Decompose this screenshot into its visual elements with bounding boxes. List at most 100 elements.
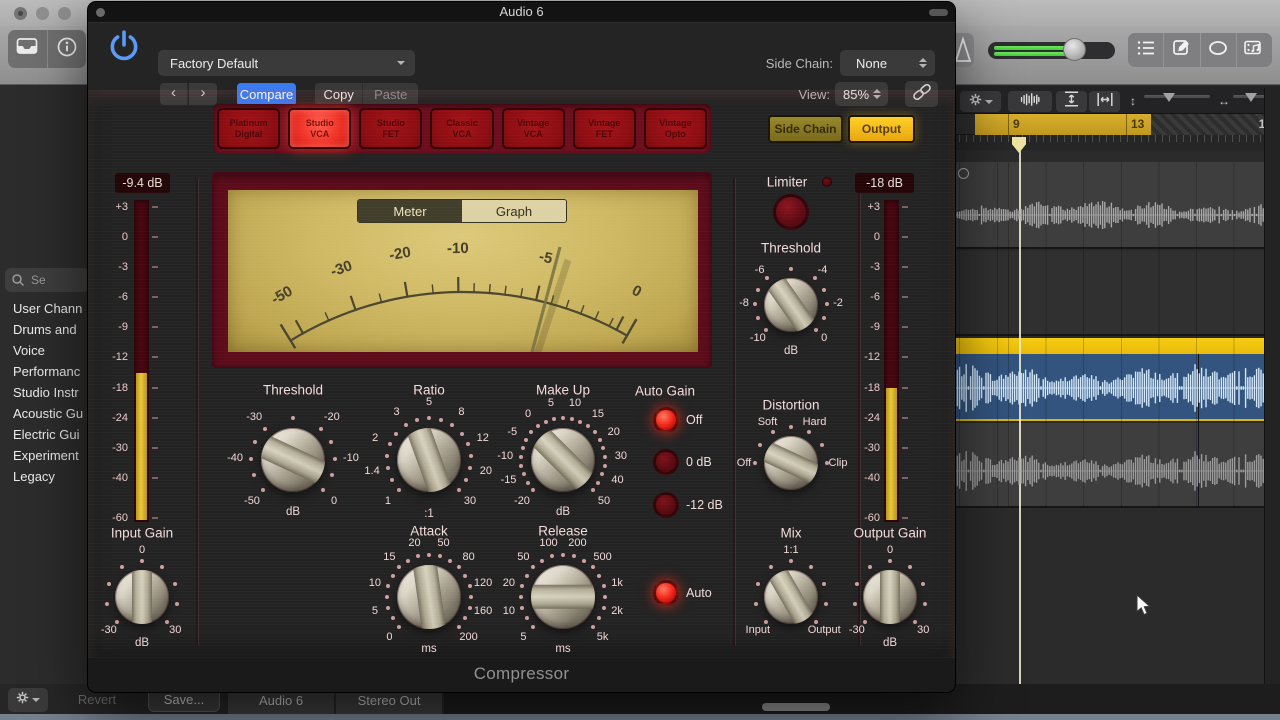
minimize-window-button[interactable]: [36, 7, 49, 20]
minimize-pill-icon[interactable]: [929, 9, 948, 16]
track-settings-button[interactable]: [960, 91, 1001, 112]
circuit-label-line2: VCA: [310, 129, 329, 140]
limiter_threshold-tick-dot: [822, 316, 826, 320]
threshold-tick-dot: [249, 457, 253, 461]
threshold-scale--30: -30: [246, 411, 262, 423]
ratio-knob[interactable]: [397, 428, 461, 492]
waveform-zoom-button[interactable]: [1008, 91, 1052, 112]
vertical-auto-zoom-button[interactable]: [1056, 91, 1087, 112]
attack-scale-20: 20: [408, 537, 420, 549]
media-browser-button[interactable]: [1236, 33, 1272, 67]
auto-gain-option-label: 0 dB: [686, 455, 712, 469]
horizontal-zoom-slider-thumb[interactable]: [1245, 93, 1257, 102]
sidebar-item-studio-instr[interactable]: Studio Instr: [0, 382, 92, 403]
side-chain-dropdown[interactable]: None: [840, 50, 935, 76]
makeup-knob[interactable]: [531, 428, 595, 492]
auto-gain-led-0dB[interactable]: [653, 449, 679, 475]
vertical-zoom-slider[interactable]: [1144, 95, 1210, 98]
horizontal-auto-zoom-button[interactable]: [1089, 91, 1120, 112]
bar-tick: [1008, 114, 1009, 135]
threshold-scale-0: 0: [331, 495, 337, 507]
sidebar-item-user-chann[interactable]: User Chann: [0, 298, 92, 319]
auto-release-led[interactable]: [653, 580, 679, 606]
sidebar-item-drums-and[interactable]: Drums and: [0, 319, 92, 340]
attack-tick-dot: [406, 559, 410, 563]
master-volume-slider[interactable]: [988, 42, 1115, 59]
revert-button[interactable]: Revert: [62, 689, 132, 711]
inspector-toggle-button[interactable]: [47, 30, 87, 68]
distortion-scale-Hard: Hard: [803, 416, 827, 428]
ruler-label-9: 9: [1013, 117, 1020, 131]
ratio-scale-5: 5: [426, 396, 432, 408]
vertical-zoom-slider-thumb[interactable]: [1163, 93, 1175, 102]
circuit-studio-fet[interactable]: StudioFET: [359, 108, 422, 149]
output-meter-tick: [902, 447, 908, 449]
attack-knob[interactable]: [397, 565, 461, 629]
output-listen-button[interactable]: Output: [848, 115, 915, 143]
ratio-tick-dot: [450, 423, 454, 427]
ratio-tick-dot: [469, 454, 473, 458]
circuit-platinum-digital[interactable]: PlatinumDigital: [217, 108, 280, 149]
circuit-classic-vca[interactable]: ClassicVCA: [430, 108, 493, 149]
release-scale-20: 20: [503, 577, 515, 589]
close-window-button[interactable]: [14, 7, 27, 20]
bypass-power-button[interactable]: [102, 27, 146, 71]
cycle-region[interactable]: 9 13: [975, 114, 1151, 135]
limiter-led-icon: [822, 177, 832, 187]
input_gain-knob[interactable]: [115, 570, 169, 624]
sidebar-item-voice[interactable]: Voice: [0, 340, 92, 361]
distortion-knob[interactable]: [764, 436, 818, 490]
distortion-scale-Soft: Soft: [758, 416, 778, 428]
sidebar-item-electric-gui[interactable]: Electric Gui: [0, 424, 92, 445]
sidebar-item-performanc[interactable]: Performanc: [0, 361, 92, 382]
limiter-button[interactable]: [773, 194, 809, 230]
release-tick-dot: [519, 595, 523, 599]
ruler-beyond-project: 17: [1151, 114, 1280, 135]
zoom-window-button[interactable]: [58, 7, 71, 20]
note-pads-button[interactable]: [1163, 33, 1199, 67]
plugin-titlebar[interactable]: Audio 6: [88, 2, 955, 22]
makeup-tick-dot: [561, 416, 565, 420]
horizontal-scrollbar[interactable]: [762, 703, 830, 711]
limiter_threshold-knob[interactable]: [764, 278, 818, 332]
gear-icon: [969, 93, 982, 111]
makeup-tick-dot: [596, 481, 600, 485]
output-meter-tick: [902, 417, 908, 419]
input-meter-scale--9: -9: [88, 321, 128, 333]
mix-knob[interactable]: [764, 570, 818, 624]
makeup-tick-dot: [519, 464, 523, 468]
distortion-pointer: [764, 442, 818, 485]
distortion-tick-dot: [771, 430, 775, 434]
sidebar-item-acoustic-gu[interactable]: Acoustic Gu: [0, 403, 92, 424]
circuit-vintage-fet[interactable]: VintageFET: [573, 108, 636, 149]
output-meter-scale--40: -40: [836, 472, 880, 484]
library-search-input[interactable]: Se: [5, 268, 89, 292]
release-tick-dot: [591, 565, 595, 569]
vertical-scrollbar-lane[interactable]: [1264, 88, 1280, 684]
input-meter-readout: -9.4 dB: [115, 173, 170, 193]
side-chain-listen-button[interactable]: Side Chain: [768, 115, 843, 143]
library-toggle-button[interactable]: [8, 30, 47, 68]
threshold-knob[interactable]: [261, 428, 325, 492]
circuit-vintage-vca[interactable]: VintageVCA: [502, 108, 565, 149]
tracks-toolbar: ↕ ↔: [952, 86, 1280, 114]
auto-gain-led-Off[interactable]: [653, 407, 679, 433]
sidebar-item-legacy[interactable]: Legacy: [0, 466, 92, 487]
preset-dropdown[interactable]: Factory Default: [158, 50, 415, 76]
volume-slider-handle[interactable]: [1063, 38, 1086, 61]
loop-browser-button[interactable]: [1200, 33, 1236, 67]
auto-gain-led--12dB[interactable]: [653, 492, 679, 518]
sidebar-item-experiment[interactable]: Experiment: [0, 445, 92, 466]
close-plugin-button[interactable]: [96, 8, 105, 17]
makeup-scale-15: 15: [592, 408, 604, 420]
ratio-scale-12: 12: [477, 432, 489, 444]
plugin-window-title: Audio 6: [499, 4, 543, 19]
plugin-action-menu-button[interactable]: [8, 688, 48, 712]
limiter_threshold-tick-dot: [756, 316, 760, 320]
input-meter-fill: [136, 373, 147, 520]
circuit-studio-vca[interactable]: StudioVCA: [288, 108, 351, 149]
release-knob[interactable]: [531, 565, 595, 629]
list-editors-button[interactable]: [1128, 33, 1163, 67]
output_gain-knob[interactable]: [863, 570, 917, 624]
circuit-vintage-opto[interactable]: VintageOpto: [644, 108, 707, 149]
